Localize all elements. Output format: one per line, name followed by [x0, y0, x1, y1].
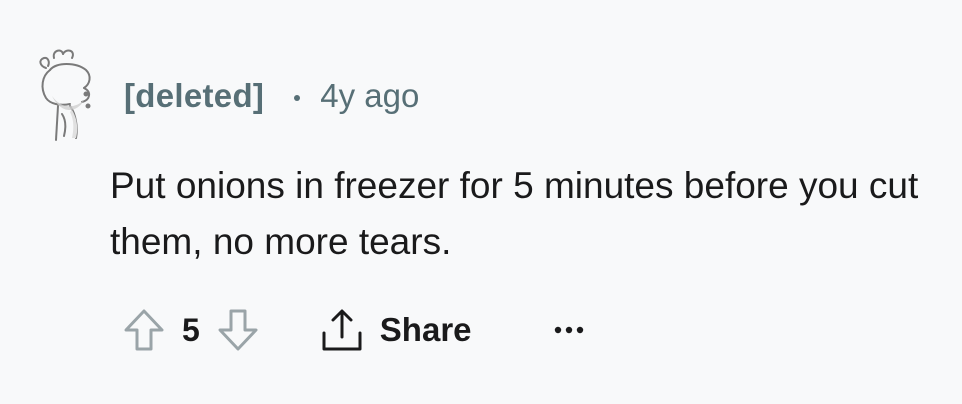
comment-body: Put onions in freezer for 5 minutes befo… [110, 165, 919, 262]
comment-actions: 5 Share [120, 300, 594, 360]
more-options-button[interactable] [544, 310, 594, 350]
share-icon [322, 309, 362, 351]
upvote-button[interactable] [120, 306, 168, 354]
comment: [deleted] 4y ago Put onions in freezer f… [0, 0, 962, 404]
upvote-arrow-icon [124, 309, 164, 351]
share-button[interactable]: Share [320, 307, 472, 353]
downvote-button[interactable] [214, 306, 262, 354]
more-options-icon [554, 326, 583, 334]
author-name[interactable]: [deleted] [124, 77, 264, 115]
share-label: Share [379, 311, 472, 348]
separator-dot [294, 95, 301, 101]
comment-meta: [deleted] 4y ago [124, 72, 419, 120]
downvote-arrow-icon [218, 309, 258, 351]
avatar[interactable] [32, 40, 104, 144]
deleted-user-snoo-icon [39, 49, 91, 141]
comment-age[interactable]: 4y ago [320, 77, 419, 115]
vote-score: 5 [182, 311, 200, 348]
